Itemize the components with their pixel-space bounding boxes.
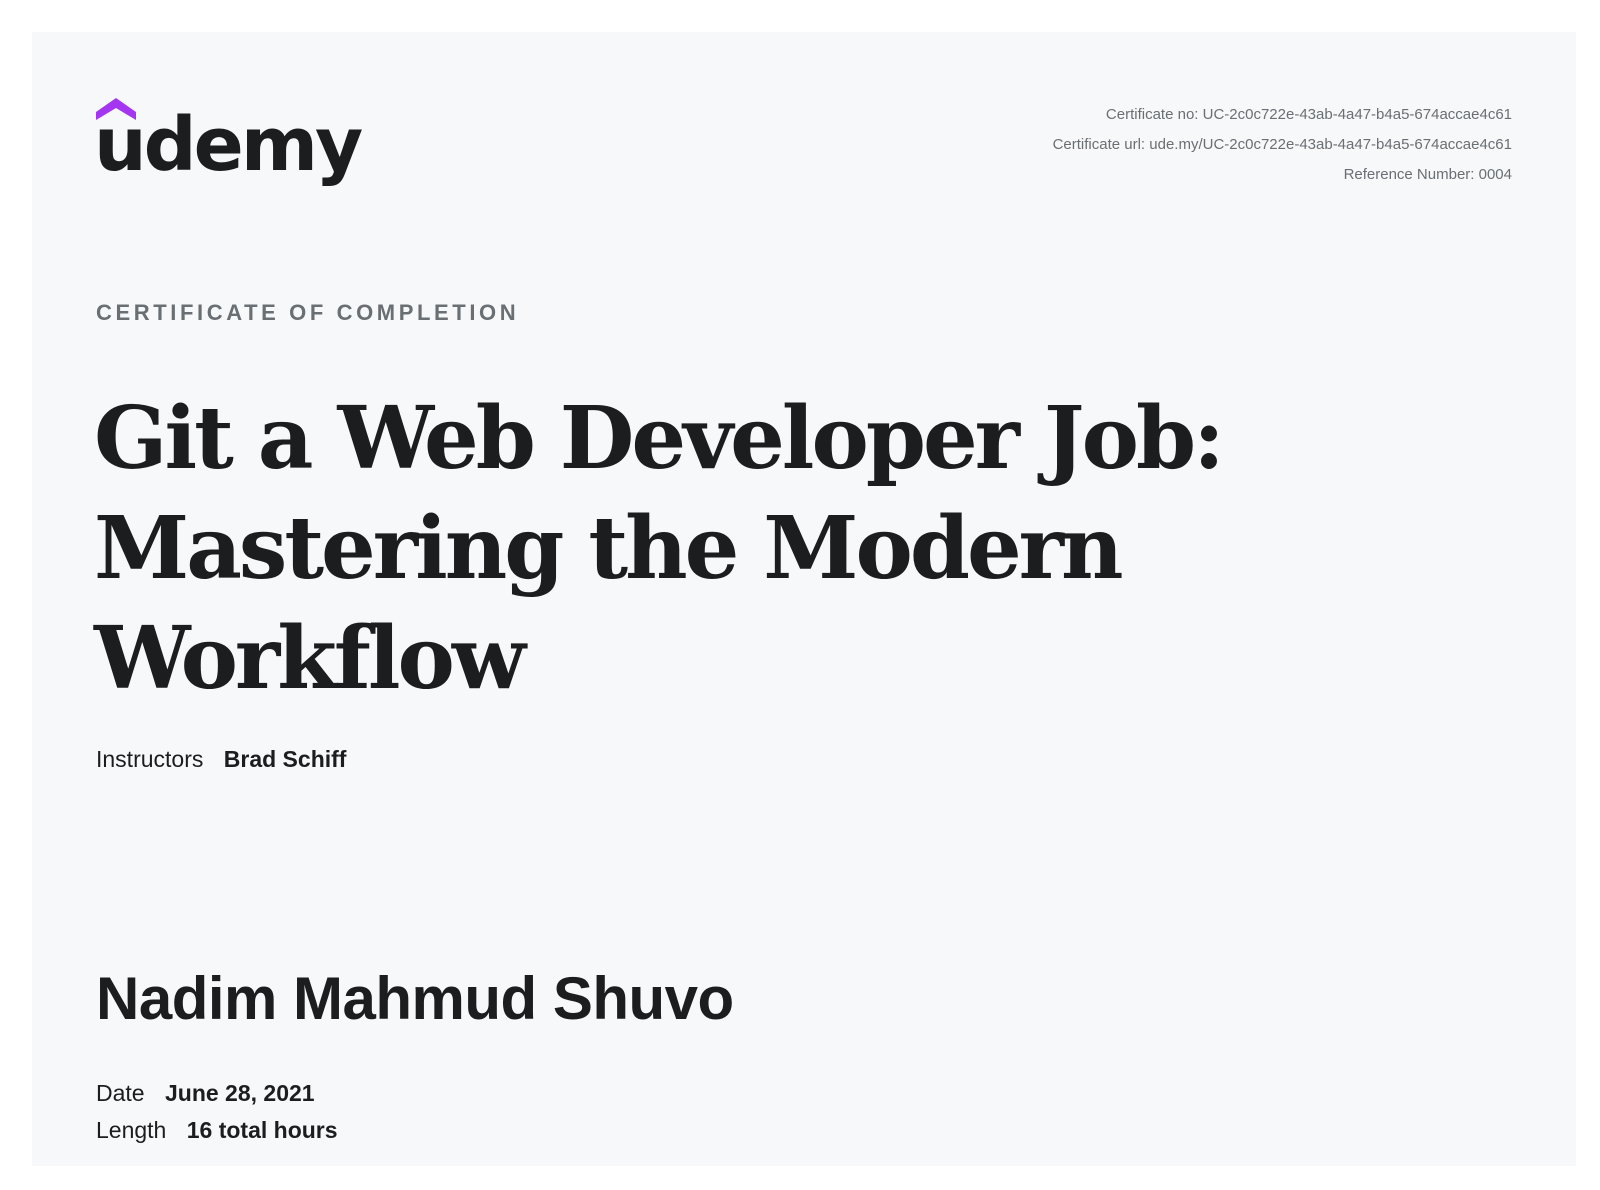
- certificate-number: Certificate no: UC-2c0c722e-43ab-4a47-b4…: [1105, 106, 1512, 123]
- instructor-name: Brad Schiff: [223, 746, 347, 772]
- length-line: Length 16 total hours: [96, 1117, 338, 1144]
- length-value: 16 total hours: [186, 1117, 338, 1143]
- date-value: June 28, 2021: [164, 1080, 315, 1106]
- certificate-url: Certificate url: ude.my/UC-2c0c722e-43ab…: [1052, 136, 1512, 153]
- svg-text:udemy: udemy: [96, 102, 362, 188]
- reference-number: Reference Number: 0004: [1343, 166, 1512, 183]
- certificate-meta: Certificate no: UC-2c0c722e-43ab-4a47-b4…: [1053, 100, 1512, 190]
- course-title: Git a Web Developer Job: Mastering the M…: [94, 388, 1225, 709]
- length-label: Length: [96, 1117, 167, 1143]
- date-line: Date June 28, 2021: [96, 1080, 315, 1107]
- udemy-logo: udemy: [96, 94, 366, 194]
- date-label: Date: [96, 1080, 145, 1106]
- certificate-page: udemy Certificate no: UC-2c0c722e-43ab-4…: [32, 32, 1576, 1166]
- instructors-line: Instructors Brad Schiff: [96, 746, 346, 773]
- recipient-name: Nadim Mahmud Shuvo: [96, 965, 734, 1032]
- instructors-label: Instructors: [96, 746, 204, 772]
- certificate-kicker: CERTIFICATE OF COMPLETION: [96, 300, 520, 325]
